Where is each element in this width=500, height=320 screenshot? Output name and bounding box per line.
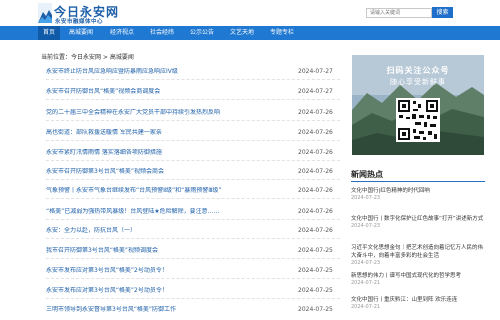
news-title[interactable]: 高也街道：部队救援送暖情 军民共建一家亲 [46,129,162,137]
hot-news-date: 2024-07-23 [351,260,381,266]
row-divider [46,238,340,239]
news-title[interactable]: “格美”已减弱为强热带风暴级！台风登陆★危险解除，要注意…… [46,208,220,216]
news-title[interactable]: 党的二十届三中全会精神在永安广大党员干部中持续引发热烈反响 [46,109,220,117]
hot-news-title[interactable]: 文化中国行|红色精神的时代回响 [351,187,485,195]
hot-news-title[interactable]: 文化中国行丨数字化保护让红色故事“打开”讲述新方式 [351,215,485,223]
hot-news-item[interactable]: 文化中国行|红色精神的时代回响 2024-07-23 [351,187,485,202]
row-divider [46,99,340,100]
row-divider [46,219,340,220]
main-nav: 首页 高城要闻 经济视点 社会经纬 公示公告 文艺天地 专题专栏 [0,26,500,40]
hot-news-date: 2024-07-23 [351,223,381,229]
row-divider [46,120,340,121]
hot-news-item[interactable]: 文化中国行丨重庆黔江：山里到阵 欢乐连连 2024-07-21 [351,296,485,311]
hot-news-date: 2024-07-23 [351,195,381,201]
news-date: 2024-07-26 [298,208,333,215]
news-title[interactable]: 气象预警丨永安市气象台继续发布“台风预警Ⅱ级”和“暴雨预警Ⅲ级” [46,187,222,195]
news-title[interactable]: 永安：全力以赴，防抗台风（一） [46,227,136,235]
logo-mountain-icon [38,3,52,23]
breadcrumb[interactable]: 当前位置：今日永安网 > 高城要闻 [41,52,134,61]
news-row[interactable]: 永安市终止防台风应急响应暨防暴雨应急响应IV级 2024-07-27 [46,68,340,82]
site-logo[interactable]: 今日永安网 永安市融媒体中心 [38,3,138,25]
news-date: 2024-07-25 [298,267,333,274]
news-date: 2024-07-26 [298,227,333,234]
news-date: 2024-07-26 [298,149,333,156]
news-date: 2024-07-26 [298,168,333,175]
nav-item-notices[interactable]: 公示公告 [185,26,219,40]
news-row[interactable]: 三明市领导到永安督导第3号台风“格美”防御工作 2024-07-25 [46,306,340,320]
hot-news-divider [351,181,485,182]
news-title[interactable]: 永安市终止防台风应急响应暨防暴雨应急响应IV级 [46,68,178,76]
hot-news-title[interactable]: 文化中国行丨重庆黔江：山里到阵 欢乐连连 [351,296,485,304]
news-title[interactable]: 永安市发布应对第3号台风“格美”2号动员令！ [46,267,168,275]
news-date: 2024-07-25 [298,247,333,254]
hot-news-heading: 新闻热点 [351,170,383,179]
qr-headline: 扫码关注公众号 [386,66,450,75]
news-title[interactable]: 永安市发布应对第3号台风“格美”2号动员令！ [46,287,168,295]
nav-item-economy[interactable]: 经济视点 [105,26,139,40]
news-row[interactable]: 永安：全力以赴，防抗台风（一） 2024-07-26 [46,227,340,241]
hot-news-item[interactable]: 文化中国行丨数字化保护让红色故事“打开”讲述新方式 2024-07-23 [351,215,485,230]
nav-item-culture[interactable]: 文艺天地 [225,26,259,40]
row-divider [46,278,340,279]
qr-promo-panel: 扫码关注公众号 随心享受新鲜事 [352,55,484,155]
row-divider [46,258,340,259]
news-row[interactable]: 党的二十届三中全会精神在永安广大党员干部中持续引发热烈反响 2024-07-26 [46,109,340,123]
news-row[interactable]: 永安市召开防御台风“格美”视频会商调度会 2024-07-27 [46,88,340,102]
nav-item-home[interactable]: 首页 [38,26,60,40]
news-row[interactable]: “格美”已减弱为强热带风暴级！台风登陆★危险解除，要注意…… 2024-07-2… [46,208,340,222]
news-date: 2024-07-27 [298,88,333,95]
qr-code-icon [396,98,440,142]
search-button[interactable]: 搜索 [432,7,453,18]
news-row[interactable]: 永安市召开防御第3号台风“格美”视频会商会 2024-07-26 [46,168,340,182]
logo-subtitle: 永安市融媒体中心 [55,19,104,25]
news-title[interactable]: 三明市领导到永安督导第3号台风“格美”防御工作 [46,306,176,314]
news-title[interactable]: 永安市紧盯汛情雨情 落实落细各项防御措施 [46,149,162,157]
news-row[interactable]: 高也街道：部队救援送暖情 军民共建一家亲 2024-07-26 [46,129,340,143]
news-date: 2024-07-26 [298,129,333,136]
news-row[interactable]: 永安市发布应对第3号台风“格美”2号动员令！ 2024-07-25 [46,267,340,281]
row-divider [46,298,340,299]
news-row[interactable]: 我市召开防御第3号台风“格美”视频调度会 2024-07-25 [46,247,340,261]
hot-news-date: 2024-07-21 [351,304,381,310]
row-divider [46,179,340,180]
row-divider [46,160,340,161]
news-date: 2024-07-25 [298,287,333,294]
nav-item-society[interactable]: 社会经纬 [145,26,179,40]
site-header: 今日永安网 永安市融媒体中心 搜索 [0,0,500,26]
news-title[interactable]: 永安市召开防御第3号台风“格美”视频会商会 [46,168,164,176]
hot-news-date: 2024-07-21 [351,280,381,286]
qr-subline: 随心享受新鲜事 [390,78,446,86]
news-date: 2024-07-27 [298,68,333,75]
row-divider [46,140,340,141]
news-date: 2024-07-25 [298,306,333,313]
search-input[interactable] [366,8,432,18]
news-title[interactable]: 永安市召开防御台风“格美”视频会商调度会 [46,88,160,96]
hot-news-item[interactable]: 习近平文化思想金句｜把艺术创造向着记忆万人民的伟大奋斗中，向着丰富多彩的社会生活… [351,244,485,267]
hot-news-item[interactable]: 新思想的伟力丨谱写中国式现代化的哲学思考 2024-07-21 [351,272,485,287]
nav-item-headlines[interactable]: 高城要闻 [64,26,98,40]
row-divider [46,198,340,199]
news-title[interactable]: 我市召开防御第3号台风“格美”视频调度会 [46,247,158,255]
hot-news-title[interactable]: 习近平文化思想金句｜把艺术创造向着记忆万人民的伟大奋斗中，向着丰富多彩的社会生活 [351,244,485,260]
news-row[interactable]: 永安市发布应对第3号台风“格美”2号动员令！ 2024-07-25 [46,287,340,301]
news-date: 2024-07-26 [298,187,333,194]
hot-news-title[interactable]: 新思想的伟力丨谱写中国式现代化的哲学思考 [351,272,485,280]
news-date: 2024-07-26 [298,109,333,116]
news-row[interactable]: 永安市紧盯汛情雨情 落实落细各项防御措施 2024-07-26 [46,149,340,163]
row-divider [46,79,340,80]
nav-item-specials[interactable]: 专题专栏 [265,26,299,40]
news-row[interactable]: 气象预警丨永安市气象台继续发布“台风预警Ⅱ级”和“暴雨预警Ⅲ级” 2024-07… [46,187,340,201]
